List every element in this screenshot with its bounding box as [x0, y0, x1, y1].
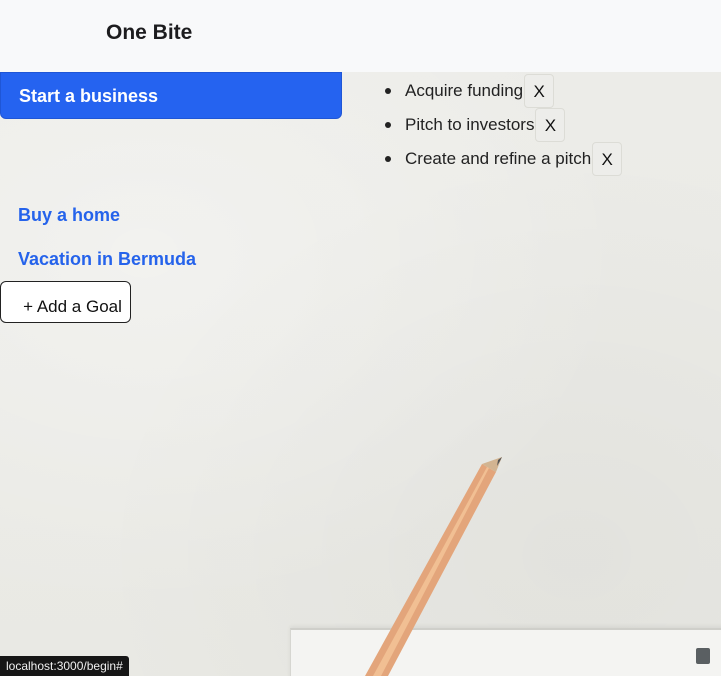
task-item: Create and refine a pitch X	[382, 142, 623, 176]
paper-sheet-image	[290, 628, 721, 676]
brand-title[interactable]: One Bite	[106, 21, 192, 45]
task-label: Pitch to investors	[405, 115, 535, 134]
add-goal-button[interactable]: + Add a Goal	[0, 281, 131, 323]
task-item: Acquire funding X	[382, 74, 622, 108]
app-header: One Bite	[0, 0, 721, 72]
goal-vacation-in-bermuda[interactable]: Vacation in Bermuda	[18, 249, 196, 270]
bullet-icon	[385, 156, 391, 162]
bullet-icon	[385, 88, 391, 94]
task-item: Pitch to investors X	[382, 108, 622, 142]
bullet-icon	[385, 122, 391, 128]
task-label: Create and refine a pitch	[405, 149, 592, 168]
remove-task-button[interactable]: X	[592, 142, 623, 176]
goal-start-a-business[interactable]: Start a business	[0, 72, 342, 119]
remove-task-button[interactable]: X	[524, 74, 555, 108]
binder-clip-image	[696, 648, 710, 664]
task-list: Acquire funding X Pitch to investors X C…	[382, 74, 623, 176]
task-label: Acquire funding	[405, 81, 524, 100]
goal-buy-a-home[interactable]: Buy a home	[18, 205, 120, 226]
status-bar-url: localhost:3000/begin#	[0, 656, 129, 676]
remove-task-button[interactable]: X	[535, 108, 566, 142]
